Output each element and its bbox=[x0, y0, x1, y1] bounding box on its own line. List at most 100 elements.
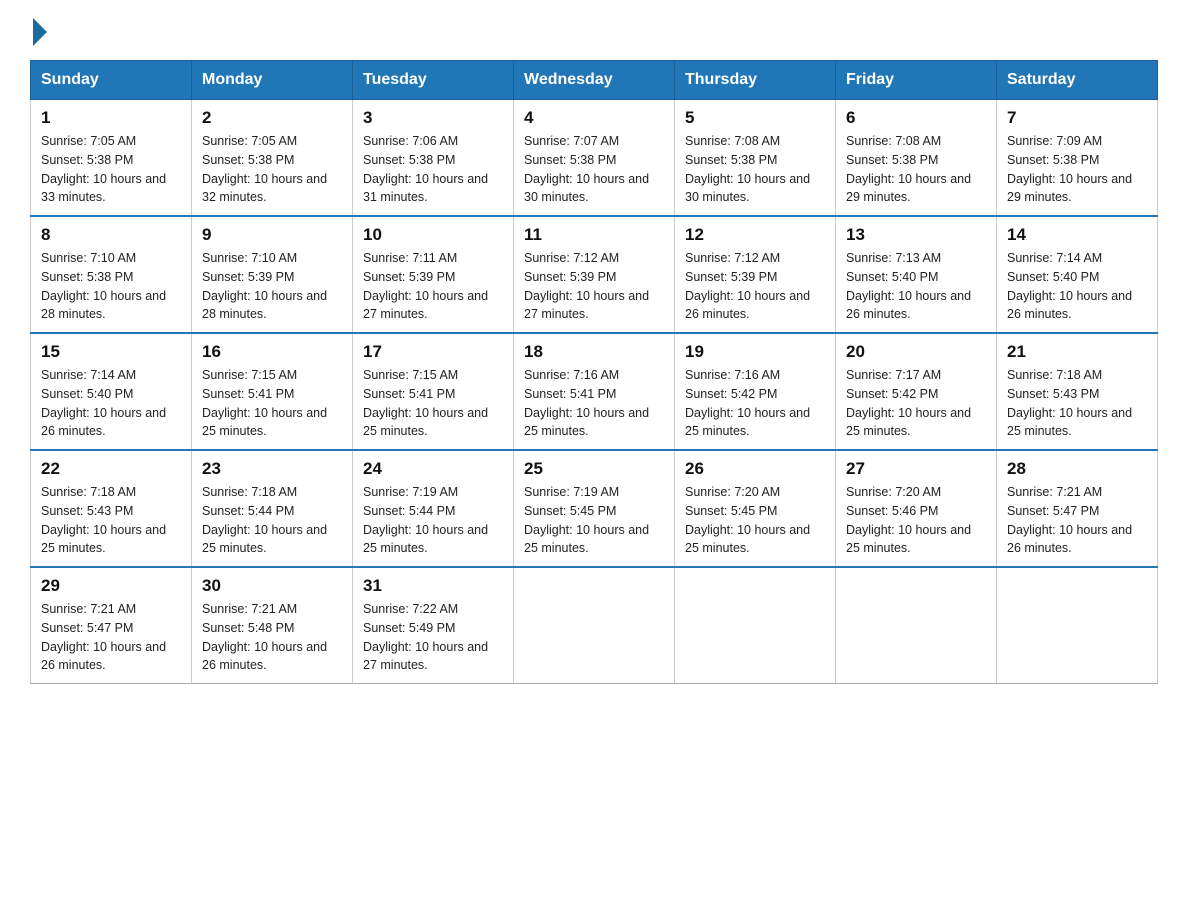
day-info: Sunrise: 7:12 AM Sunset: 5:39 PM Dayligh… bbox=[524, 249, 664, 324]
column-header-sunday: Sunday bbox=[31, 61, 192, 100]
week-row-5: 29 Sunrise: 7:21 AM Sunset: 5:47 PM Dayl… bbox=[31, 567, 1158, 684]
calendar-cell: 14 Sunrise: 7:14 AM Sunset: 5:40 PM Dayl… bbox=[997, 216, 1158, 333]
day-info: Sunrise: 7:05 AM Sunset: 5:38 PM Dayligh… bbox=[41, 132, 181, 207]
column-header-friday: Friday bbox=[836, 61, 997, 100]
calendar-cell: 25 Sunrise: 7:19 AM Sunset: 5:45 PM Dayl… bbox=[514, 450, 675, 567]
calendar-cell: 20 Sunrise: 7:17 AM Sunset: 5:42 PM Dayl… bbox=[836, 333, 997, 450]
day-number: 27 bbox=[846, 459, 986, 479]
day-number: 2 bbox=[202, 108, 342, 128]
day-info: Sunrise: 7:16 AM Sunset: 5:41 PM Dayligh… bbox=[524, 366, 664, 441]
day-number: 17 bbox=[363, 342, 503, 362]
calendar-cell: 27 Sunrise: 7:20 AM Sunset: 5:46 PM Dayl… bbox=[836, 450, 997, 567]
day-number: 26 bbox=[685, 459, 825, 479]
day-info: Sunrise: 7:21 AM Sunset: 5:47 PM Dayligh… bbox=[41, 600, 181, 675]
day-number: 11 bbox=[524, 225, 664, 245]
calendar-cell: 15 Sunrise: 7:14 AM Sunset: 5:40 PM Dayl… bbox=[31, 333, 192, 450]
day-info: Sunrise: 7:11 AM Sunset: 5:39 PM Dayligh… bbox=[363, 249, 503, 324]
calendar-cell: 19 Sunrise: 7:16 AM Sunset: 5:42 PM Dayl… bbox=[675, 333, 836, 450]
calendar-cell bbox=[675, 567, 836, 684]
calendar-cell: 13 Sunrise: 7:13 AM Sunset: 5:40 PM Dayl… bbox=[836, 216, 997, 333]
week-row-3: 15 Sunrise: 7:14 AM Sunset: 5:40 PM Dayl… bbox=[31, 333, 1158, 450]
calendar-cell: 16 Sunrise: 7:15 AM Sunset: 5:41 PM Dayl… bbox=[192, 333, 353, 450]
calendar-cell: 17 Sunrise: 7:15 AM Sunset: 5:41 PM Dayl… bbox=[353, 333, 514, 450]
column-header-monday: Monday bbox=[192, 61, 353, 100]
week-row-1: 1 Sunrise: 7:05 AM Sunset: 5:38 PM Dayli… bbox=[31, 100, 1158, 217]
day-number: 5 bbox=[685, 108, 825, 128]
logo bbox=[30, 20, 47, 42]
day-number: 24 bbox=[363, 459, 503, 479]
day-info: Sunrise: 7:10 AM Sunset: 5:38 PM Dayligh… bbox=[41, 249, 181, 324]
page-header bbox=[30, 20, 1158, 42]
day-number: 10 bbox=[363, 225, 503, 245]
day-info: Sunrise: 7:21 AM Sunset: 5:48 PM Dayligh… bbox=[202, 600, 342, 675]
calendar-cell: 12 Sunrise: 7:12 AM Sunset: 5:39 PM Dayl… bbox=[675, 216, 836, 333]
day-info: Sunrise: 7:06 AM Sunset: 5:38 PM Dayligh… bbox=[363, 132, 503, 207]
day-number: 19 bbox=[685, 342, 825, 362]
day-number: 18 bbox=[524, 342, 664, 362]
day-info: Sunrise: 7:18 AM Sunset: 5:43 PM Dayligh… bbox=[1007, 366, 1147, 441]
day-number: 16 bbox=[202, 342, 342, 362]
calendar-cell: 18 Sunrise: 7:16 AM Sunset: 5:41 PM Dayl… bbox=[514, 333, 675, 450]
calendar-cell: 26 Sunrise: 7:20 AM Sunset: 5:45 PM Dayl… bbox=[675, 450, 836, 567]
day-info: Sunrise: 7:08 AM Sunset: 5:38 PM Dayligh… bbox=[685, 132, 825, 207]
day-info: Sunrise: 7:14 AM Sunset: 5:40 PM Dayligh… bbox=[41, 366, 181, 441]
day-number: 14 bbox=[1007, 225, 1147, 245]
calendar-cell: 7 Sunrise: 7:09 AM Sunset: 5:38 PM Dayli… bbox=[997, 100, 1158, 217]
day-number: 1 bbox=[41, 108, 181, 128]
day-number: 22 bbox=[41, 459, 181, 479]
day-info: Sunrise: 7:20 AM Sunset: 5:46 PM Dayligh… bbox=[846, 483, 986, 558]
calendar-cell: 21 Sunrise: 7:18 AM Sunset: 5:43 PM Dayl… bbox=[997, 333, 1158, 450]
column-header-wednesday: Wednesday bbox=[514, 61, 675, 100]
calendar-cell: 30 Sunrise: 7:21 AM Sunset: 5:48 PM Dayl… bbox=[192, 567, 353, 684]
day-number: 15 bbox=[41, 342, 181, 362]
calendar-cell: 22 Sunrise: 7:18 AM Sunset: 5:43 PM Dayl… bbox=[31, 450, 192, 567]
day-number: 13 bbox=[846, 225, 986, 245]
calendar-cell: 11 Sunrise: 7:12 AM Sunset: 5:39 PM Dayl… bbox=[514, 216, 675, 333]
day-info: Sunrise: 7:20 AM Sunset: 5:45 PM Dayligh… bbox=[685, 483, 825, 558]
day-number: 23 bbox=[202, 459, 342, 479]
calendar-table: SundayMondayTuesdayWednesdayThursdayFrid… bbox=[30, 60, 1158, 684]
day-number: 25 bbox=[524, 459, 664, 479]
day-info: Sunrise: 7:05 AM Sunset: 5:38 PM Dayligh… bbox=[202, 132, 342, 207]
calendar-cell: 24 Sunrise: 7:19 AM Sunset: 5:44 PM Dayl… bbox=[353, 450, 514, 567]
calendar-cell bbox=[514, 567, 675, 684]
day-number: 31 bbox=[363, 576, 503, 596]
day-info: Sunrise: 7:10 AM Sunset: 5:39 PM Dayligh… bbox=[202, 249, 342, 324]
column-header-tuesday: Tuesday bbox=[353, 61, 514, 100]
day-number: 4 bbox=[524, 108, 664, 128]
day-info: Sunrise: 7:18 AM Sunset: 5:44 PM Dayligh… bbox=[202, 483, 342, 558]
week-row-4: 22 Sunrise: 7:18 AM Sunset: 5:43 PM Dayl… bbox=[31, 450, 1158, 567]
day-info: Sunrise: 7:12 AM Sunset: 5:39 PM Dayligh… bbox=[685, 249, 825, 324]
day-info: Sunrise: 7:18 AM Sunset: 5:43 PM Dayligh… bbox=[41, 483, 181, 558]
day-number: 20 bbox=[846, 342, 986, 362]
day-info: Sunrise: 7:17 AM Sunset: 5:42 PM Dayligh… bbox=[846, 366, 986, 441]
day-info: Sunrise: 7:14 AM Sunset: 5:40 PM Dayligh… bbox=[1007, 249, 1147, 324]
day-number: 3 bbox=[363, 108, 503, 128]
day-info: Sunrise: 7:22 AM Sunset: 5:49 PM Dayligh… bbox=[363, 600, 503, 675]
calendar-cell: 4 Sunrise: 7:07 AM Sunset: 5:38 PM Dayli… bbox=[514, 100, 675, 217]
day-info: Sunrise: 7:15 AM Sunset: 5:41 PM Dayligh… bbox=[202, 366, 342, 441]
day-number: 29 bbox=[41, 576, 181, 596]
day-info: Sunrise: 7:15 AM Sunset: 5:41 PM Dayligh… bbox=[363, 366, 503, 441]
logo-arrow-icon bbox=[33, 18, 47, 46]
calendar-cell: 2 Sunrise: 7:05 AM Sunset: 5:38 PM Dayli… bbox=[192, 100, 353, 217]
day-number: 12 bbox=[685, 225, 825, 245]
calendar-cell: 6 Sunrise: 7:08 AM Sunset: 5:38 PM Dayli… bbox=[836, 100, 997, 217]
day-number: 6 bbox=[846, 108, 986, 128]
calendar-cell: 23 Sunrise: 7:18 AM Sunset: 5:44 PM Dayl… bbox=[192, 450, 353, 567]
day-number: 9 bbox=[202, 225, 342, 245]
day-info: Sunrise: 7:07 AM Sunset: 5:38 PM Dayligh… bbox=[524, 132, 664, 207]
day-number: 21 bbox=[1007, 342, 1147, 362]
calendar-cell: 28 Sunrise: 7:21 AM Sunset: 5:47 PM Dayl… bbox=[997, 450, 1158, 567]
day-info: Sunrise: 7:13 AM Sunset: 5:40 PM Dayligh… bbox=[846, 249, 986, 324]
calendar-cell bbox=[836, 567, 997, 684]
calendar-cell: 10 Sunrise: 7:11 AM Sunset: 5:39 PM Dayl… bbox=[353, 216, 514, 333]
calendar-cell: 9 Sunrise: 7:10 AM Sunset: 5:39 PM Dayli… bbox=[192, 216, 353, 333]
calendar-header-row: SundayMondayTuesdayWednesdayThursdayFrid… bbox=[31, 61, 1158, 100]
calendar-cell: 29 Sunrise: 7:21 AM Sunset: 5:47 PM Dayl… bbox=[31, 567, 192, 684]
calendar-cell: 31 Sunrise: 7:22 AM Sunset: 5:49 PM Dayl… bbox=[353, 567, 514, 684]
week-row-2: 8 Sunrise: 7:10 AM Sunset: 5:38 PM Dayli… bbox=[31, 216, 1158, 333]
calendar-cell: 8 Sunrise: 7:10 AM Sunset: 5:38 PM Dayli… bbox=[31, 216, 192, 333]
day-info: Sunrise: 7:16 AM Sunset: 5:42 PM Dayligh… bbox=[685, 366, 825, 441]
day-info: Sunrise: 7:21 AM Sunset: 5:47 PM Dayligh… bbox=[1007, 483, 1147, 558]
